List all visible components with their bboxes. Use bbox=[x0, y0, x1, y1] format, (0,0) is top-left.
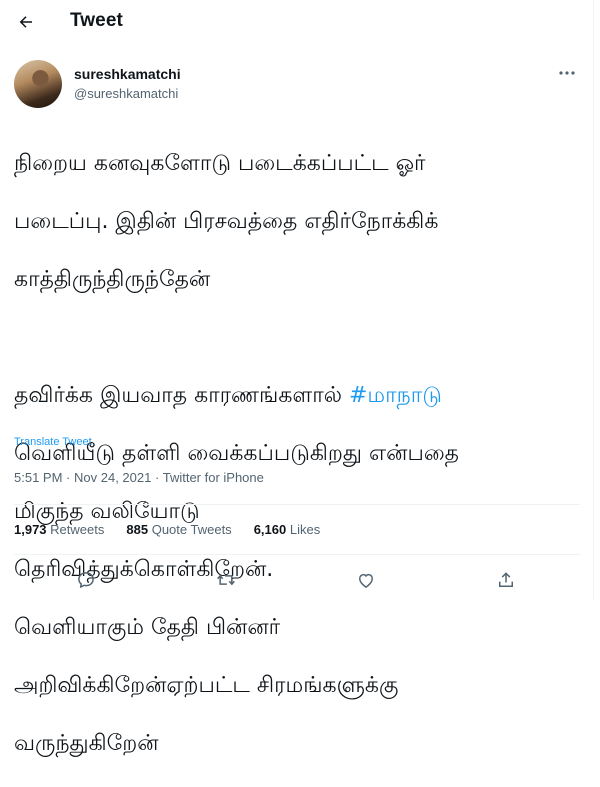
heart-icon bbox=[359, 573, 373, 588]
tweet-line: தவிர்க்க இயவாத காரணங்களால் #மாநாடு bbox=[14, 381, 584, 410]
tweet-stats: 1,973 Retweets 885 Quote Tweets 6,160 Li… bbox=[14, 522, 320, 537]
hashtag-link[interactable]: #மாநாடு bbox=[349, 383, 442, 408]
author-handle[interactable]: @sureshkamatchi bbox=[74, 86, 178, 101]
likes-stat[interactable]: 6,160 Likes bbox=[254, 522, 321, 537]
share-button[interactable] bbox=[494, 568, 518, 592]
tweet-line: வெளியீடு தள்ளி வைக்கப்படுகிறது என்பதை bbox=[14, 441, 459, 466]
like-button[interactable] bbox=[354, 568, 378, 592]
page-title: Tweet bbox=[70, 10, 123, 31]
divider bbox=[14, 554, 580, 555]
avatar[interactable] bbox=[14, 60, 62, 108]
tweet-line: வருந்துகிறேன் bbox=[14, 731, 159, 756]
back-button[interactable] bbox=[12, 8, 40, 36]
tweet-line: வெளியாகும் தேதி பின்னர் bbox=[14, 615, 281, 640]
retweets-stat[interactable]: 1,973 Retweets bbox=[14, 522, 104, 537]
tweet-line: காத்திருந்திருந்தேன் bbox=[14, 267, 211, 292]
tweet-time[interactable]: 5:51 PM bbox=[14, 470, 62, 485]
retweet-button[interactable] bbox=[214, 568, 238, 592]
tweet-line: அறிவிக்கிறேன்ஏற்பட்ட சிரமங்களுக்கு bbox=[14, 673, 399, 698]
likes-count: 6,160 bbox=[253, 522, 287, 537]
tweet-meta: 5:51 PM · Nov 24, 2021 · Twitter for iPh… bbox=[14, 470, 264, 485]
page-header: Tweet bbox=[0, 0, 594, 44]
meta-separator: · bbox=[154, 470, 160, 485]
tweet-line: நிறைய கனவுகளோடு படைக்கப்பட்ட ஓர் bbox=[14, 151, 426, 176]
tweet-actions bbox=[0, 558, 594, 600]
quote-tweets-label: Quote Tweets bbox=[151, 522, 232, 537]
more-button[interactable] bbox=[556, 66, 578, 80]
retweets-label: Retweets bbox=[50, 522, 105, 537]
arrow-left-icon bbox=[19, 16, 32, 28]
author-display-name[interactable]: sureshkamatchi bbox=[74, 66, 181, 82]
translate-tweet-link[interactable]: Translate Tweet bbox=[14, 436, 92, 448]
tweet-date[interactable]: Nov 24, 2021 bbox=[74, 470, 151, 485]
more-horizontal-icon bbox=[559, 71, 575, 75]
reply-button[interactable] bbox=[74, 568, 98, 592]
divider bbox=[14, 504, 580, 505]
retweets-count: 1,973 bbox=[14, 522, 47, 537]
reply-icon bbox=[78, 572, 94, 588]
quote-tweets-stat[interactable]: 885 Quote Tweets bbox=[126, 522, 231, 537]
likes-label: Likes bbox=[289, 522, 321, 537]
meta-separator: · bbox=[66, 470, 71, 485]
tweet-source[interactable]: Twitter for iPhone bbox=[163, 470, 264, 485]
tweet-text: நிறைய கனவுகளோடு படைக்கப்பட்ட ஓர் படைப்பு… bbox=[14, 120, 584, 787]
tweet-detail-page: Tweet sureshkamatchi @sureshkamatchi நிற… bbox=[0, 0, 594, 756]
retweet-icon bbox=[217, 574, 235, 586]
tweet-line: படைப்பு. இதின் பிரசவத்தை எதிர்நோக்கிக் bbox=[14, 209, 439, 234]
tweet-line-text: தவிர்க்க இயவாத காரணங்களால் bbox=[14, 383, 349, 408]
share-icon bbox=[499, 572, 513, 587]
quote-tweets-count: 885 bbox=[126, 522, 149, 537]
